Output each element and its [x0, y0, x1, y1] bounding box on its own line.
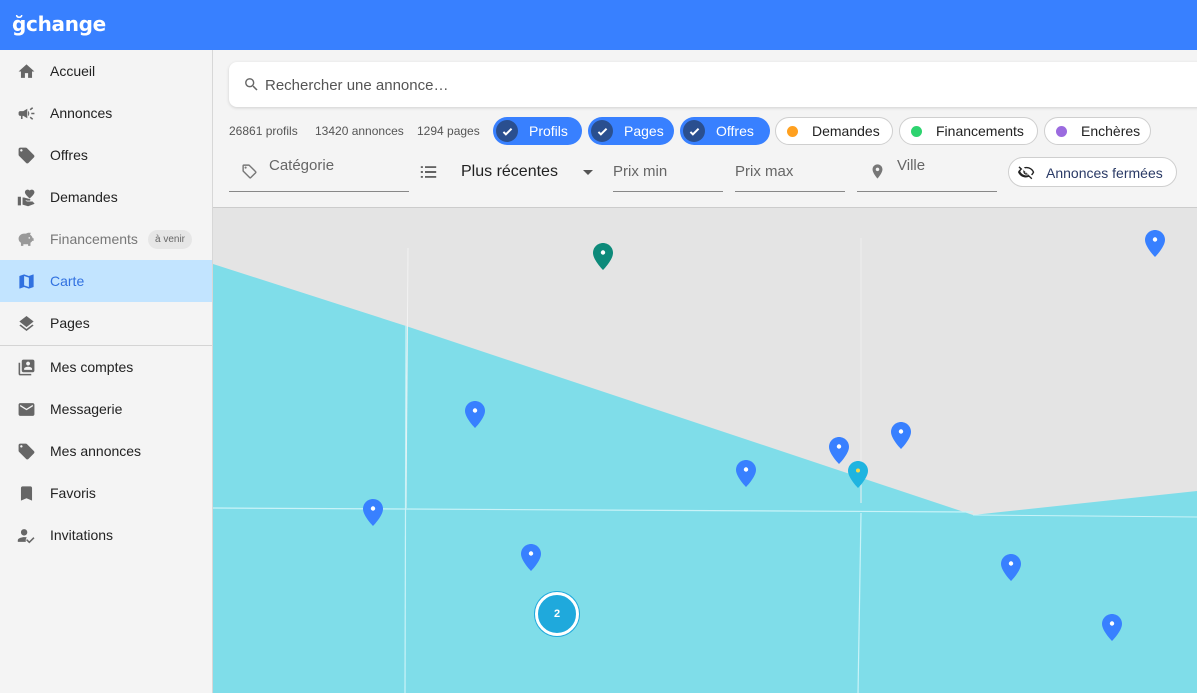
city-input[interactable]: Ville — [857, 150, 997, 192]
search-icon — [243, 76, 260, 93]
sidebar-item-mes-annonces[interactable]: Mes annonces — [0, 430, 212, 472]
price-min-input[interactable]: Prix min — [613, 150, 723, 192]
price-max-input[interactable]: Prix max — [735, 150, 845, 192]
layers-icon — [16, 313, 36, 333]
mail-icon — [16, 399, 36, 419]
chip-label: Demandes — [812, 123, 880, 139]
filter-chip-profils[interactable]: Profils — [493, 117, 582, 145]
green-dot-icon — [911, 126, 922, 137]
filter-chip-offres[interactable]: Offres — [680, 117, 770, 145]
sidebar-item-label: Pages — [50, 315, 90, 331]
map-marker-cluster[interactable]: 2 — [535, 592, 579, 636]
sidebar-item-offres[interactable]: Offres — [0, 134, 212, 176]
map-marker-profile[interactable] — [829, 437, 849, 464]
map-view[interactable]: 2 — [213, 207, 1197, 693]
eye-off-icon — [1018, 165, 1035, 180]
map-marker-page[interactable] — [593, 243, 613, 270]
search-input[interactable] — [265, 73, 965, 97]
sidebar-menu: Accueil Annonces Offres Demandes Finance… — [0, 50, 213, 693]
wallet-icon — [16, 357, 36, 377]
home-icon — [16, 61, 36, 81]
top-bar: ğchange — [0, 0, 1197, 50]
sidebar-item-label: Carte — [50, 273, 85, 289]
chip-label: Profils — [529, 123, 568, 139]
sidebar-item-annonces[interactable]: Annonces — [0, 92, 212, 134]
sidebar-item-financements: Financements à venir — [0, 218, 212, 260]
filter-chip-financements[interactable]: Financements — [899, 117, 1038, 145]
location-pin-icon — [869, 163, 887, 181]
checkmark-icon — [496, 120, 518, 142]
chip-label: Offres — [716, 123, 754, 139]
sidebar-item-mes-comptes[interactable]: Mes comptes — [0, 346, 212, 388]
city-placeholder: Ville — [897, 157, 926, 174]
map-marker-offer[interactable] — [848, 461, 868, 488]
sidebar-item-label: Annonces — [50, 105, 113, 121]
filter-chip-demandes[interactable]: Demandes — [775, 117, 893, 145]
map-marker-profile[interactable] — [891, 422, 911, 449]
sidebar-item-label: Accueil — [50, 63, 96, 79]
tag-icon — [16, 145, 36, 165]
checkmark-icon — [591, 120, 613, 142]
sort-list-icon — [420, 165, 438, 179]
piggy-bank-icon — [16, 229, 36, 249]
hand-heart-icon — [16, 187, 36, 207]
app-logo[interactable]: ğchange — [12, 12, 106, 36]
sidebar-item-label: Financements — [50, 231, 138, 247]
map-marker-profile[interactable] — [465, 401, 485, 428]
sort-select[interactable]: Plus récentes — [461, 163, 558, 181]
chip-label: Financements — [936, 123, 1024, 139]
tag-icon — [16, 441, 36, 461]
map-icon — [16, 271, 36, 291]
pages-count: 1294 pages — [417, 124, 480, 138]
map-marker-profile[interactable] — [1145, 230, 1165, 257]
category-select[interactable]: Catégorie — [229, 150, 409, 192]
sidebar-item-accueil[interactable]: Accueil — [0, 50, 212, 92]
sidebar-item-carte[interactable]: Carte — [0, 260, 212, 302]
price-min-placeholder: Prix min — [613, 163, 668, 180]
coming-soon-badge: à venir — [148, 230, 193, 249]
sidebar-item-messagerie[interactable]: Messagerie — [0, 388, 212, 430]
bookmark-icon — [16, 483, 36, 503]
map-tiles — [213, 208, 1197, 693]
purple-dot-icon — [1056, 126, 1067, 137]
price-max-placeholder: Prix max — [735, 163, 794, 180]
closed-ads-label: Annonces fermées — [1046, 165, 1163, 181]
category-label: Catégorie — [269, 157, 335, 174]
map-marker-profile[interactable] — [363, 499, 383, 526]
megaphone-icon — [16, 103, 36, 123]
sidebar-item-demandes[interactable]: Demandes — [0, 176, 212, 218]
orange-dot-icon — [787, 126, 798, 137]
sidebar-item-label: Messagerie — [50, 401, 123, 417]
map-marker-profile[interactable] — [1001, 554, 1021, 581]
chip-label: Pages — [624, 123, 664, 139]
user-check-icon — [16, 525, 36, 545]
sidebar-item-label: Demandes — [50, 189, 118, 205]
map-marker-profile[interactable] — [521, 544, 541, 571]
sidebar-item-label: Invitations — [50, 527, 114, 543]
sidebar-item-label: Offres — [50, 147, 88, 163]
tag-outline-icon — [241, 163, 259, 181]
sidebar-item-label: Favoris — [50, 485, 96, 501]
search-bar — [229, 62, 1197, 107]
sidebar-item-pages[interactable]: Pages — [0, 302, 212, 344]
map-marker-profile[interactable] — [1102, 614, 1122, 641]
checkmark-icon — [683, 120, 705, 142]
sidebar-item-label: Mes annonces — [50, 443, 142, 459]
sidebar-item-label: Mes comptes — [50, 359, 134, 375]
profiles-count: 26861 profils — [229, 124, 298, 138]
filter-chip-pages[interactable]: Pages — [588, 117, 674, 145]
chip-label: Enchères — [1081, 123, 1141, 139]
closed-ads-toggle[interactable]: Annonces fermées — [1008, 157, 1177, 187]
sidebar-item-favoris[interactable]: Favoris — [0, 472, 212, 514]
filter-chip-encheres[interactable]: Enchères — [1044, 117, 1151, 145]
map-marker-profile[interactable] — [736, 460, 756, 487]
ads-count: 13420 annonces — [315, 124, 404, 138]
caret-down-icon[interactable] — [583, 170, 593, 175]
sidebar-item-invitations[interactable]: Invitations — [0, 514, 212, 556]
